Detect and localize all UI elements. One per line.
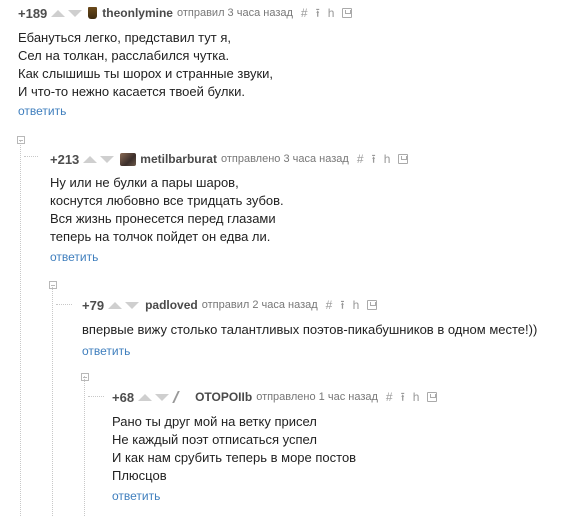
thread-branch-level-3: [88, 396, 104, 397]
username[interactable]: theonlymine: [102, 6, 173, 20]
upvote-icon[interactable]: [138, 393, 153, 401]
username[interactable]: OTOPOIIb: [195, 390, 252, 404]
avatar[interactable]: [88, 7, 98, 19]
comment-line: Сел на толкан, расслабился чутка.: [18, 48, 230, 63]
avatar[interactable]: [172, 391, 192, 403]
upvote-icon[interactable]: [51, 9, 66, 17]
comment-text: Ебануться легко, представил тут я, Сел н…: [18, 29, 273, 101]
comment-text: впервые вижу столько талантливых поэтов-…: [82, 321, 537, 339]
thread-branch-level-2: [56, 304, 72, 305]
thread-line-level-1: [20, 140, 21, 516]
downvote-icon[interactable]: [155, 393, 170, 401]
comment-header: +213 metilbarburat отправлено 3 часа наз…: [50, 150, 416, 168]
reply-link[interactable]: ответить: [18, 104, 66, 118]
collapse-thread-button[interactable]: [81, 373, 89, 381]
comment-line: Ебануться легко, представил тут я,: [18, 30, 231, 45]
comment-time: отправлено 1 час назад: [256, 391, 378, 403]
thread-line-level-2: [52, 285, 53, 516]
thread-branch-icon[interactable]: h: [413, 391, 420, 403]
comment-line: И как нам срубить теперь в море постов: [112, 450, 357, 465]
reply-link[interactable]: ответить: [112, 489, 160, 503]
save-icon[interactable]: [342, 8, 353, 18]
comment-text: Рано ты друг мой на ветку присел Не кажд…: [112, 413, 356, 485]
hash-link-icon[interactable]: #: [301, 7, 308, 19]
collapse-thread-button[interactable]: [17, 136, 25, 144]
downvote-icon[interactable]: [100, 155, 115, 163]
comment-line: Плюсцов: [112, 468, 167, 483]
comment-rating: +189: [18, 5, 48, 21]
comment-header: +79 padloved отправил 2 часа назад # ⭱ h: [82, 296, 385, 314]
comment-rating: +68: [112, 389, 135, 405]
comment-line: теперь на толчок пойдет он едва ли.: [50, 229, 271, 244]
downvote-icon[interactable]: [68, 9, 83, 17]
thread-line-level-3: [84, 376, 85, 516]
comment-time: отправлено 3 часа назад: [220, 153, 349, 165]
save-icon[interactable]: [427, 392, 438, 402]
parent-comment-icon[interactable]: ⭱: [340, 299, 344, 311]
hash-link-icon[interactable]: #: [386, 391, 393, 403]
save-icon[interactable]: [398, 154, 409, 164]
thread-branch-icon[interactable]: h: [353, 299, 360, 311]
comment-rating: +213: [50, 151, 80, 167]
parent-comment-icon[interactable]: ⭱: [316, 7, 320, 19]
thread-branch-icon[interactable]: h: [328, 7, 335, 19]
downvote-icon[interactable]: [125, 301, 140, 309]
upvote-icon[interactable]: [108, 301, 123, 309]
comment-time: отправил 2 часа назад: [201, 299, 318, 311]
comment-line: Ну или не булки а пары шаров,: [50, 175, 239, 190]
comment-header: +189 theonlymine отправил 3 часа назад #…: [18, 4, 360, 22]
comment-line: Как слышишь ты шорох и странные звуки,: [18, 66, 274, 81]
hash-link-icon[interactable]: #: [326, 299, 333, 311]
parent-comment-icon[interactable]: ⭱: [372, 153, 376, 165]
avatar[interactable]: [120, 152, 137, 166]
collapse-thread-button[interactable]: [49, 281, 57, 289]
comment-time: отправил 3 часа назад: [176, 7, 293, 19]
username[interactable]: metilbarburat: [140, 152, 217, 166]
comment-line: коснутся любовно все тридцать зубов.: [50, 193, 284, 208]
comment-line: Рано ты друг мой на ветку присел: [112, 414, 317, 429]
save-icon[interactable]: [367, 300, 378, 310]
comment-line: И что-то нежно касается твоей булки.: [18, 84, 245, 99]
upvote-icon[interactable]: [83, 155, 98, 163]
parent-comment-icon[interactable]: ⭱: [401, 391, 405, 403]
comment-text: Ну или не булки а пары шаров, коснутся л…: [50, 174, 284, 246]
thread-branch-level-1: [24, 156, 38, 157]
username[interactable]: padloved: [145, 298, 198, 312]
comment-header: +68 OTOPOIIb отправлено 1 час назад # ⭱ …: [112, 388, 445, 406]
comment-line: Вся жизнь пронесется перед глазами: [50, 211, 276, 226]
comment-line: впервые вижу столько талантливых поэтов-…: [82, 322, 538, 337]
reply-link[interactable]: ответить: [82, 344, 130, 358]
comment-rating: +79: [82, 297, 105, 313]
thread-branch-icon[interactable]: h: [384, 153, 391, 165]
comment-line: Не каждый поэт отписаться успел: [112, 432, 317, 447]
reply-link[interactable]: ответить: [50, 250, 98, 264]
hash-link-icon[interactable]: #: [357, 153, 364, 165]
